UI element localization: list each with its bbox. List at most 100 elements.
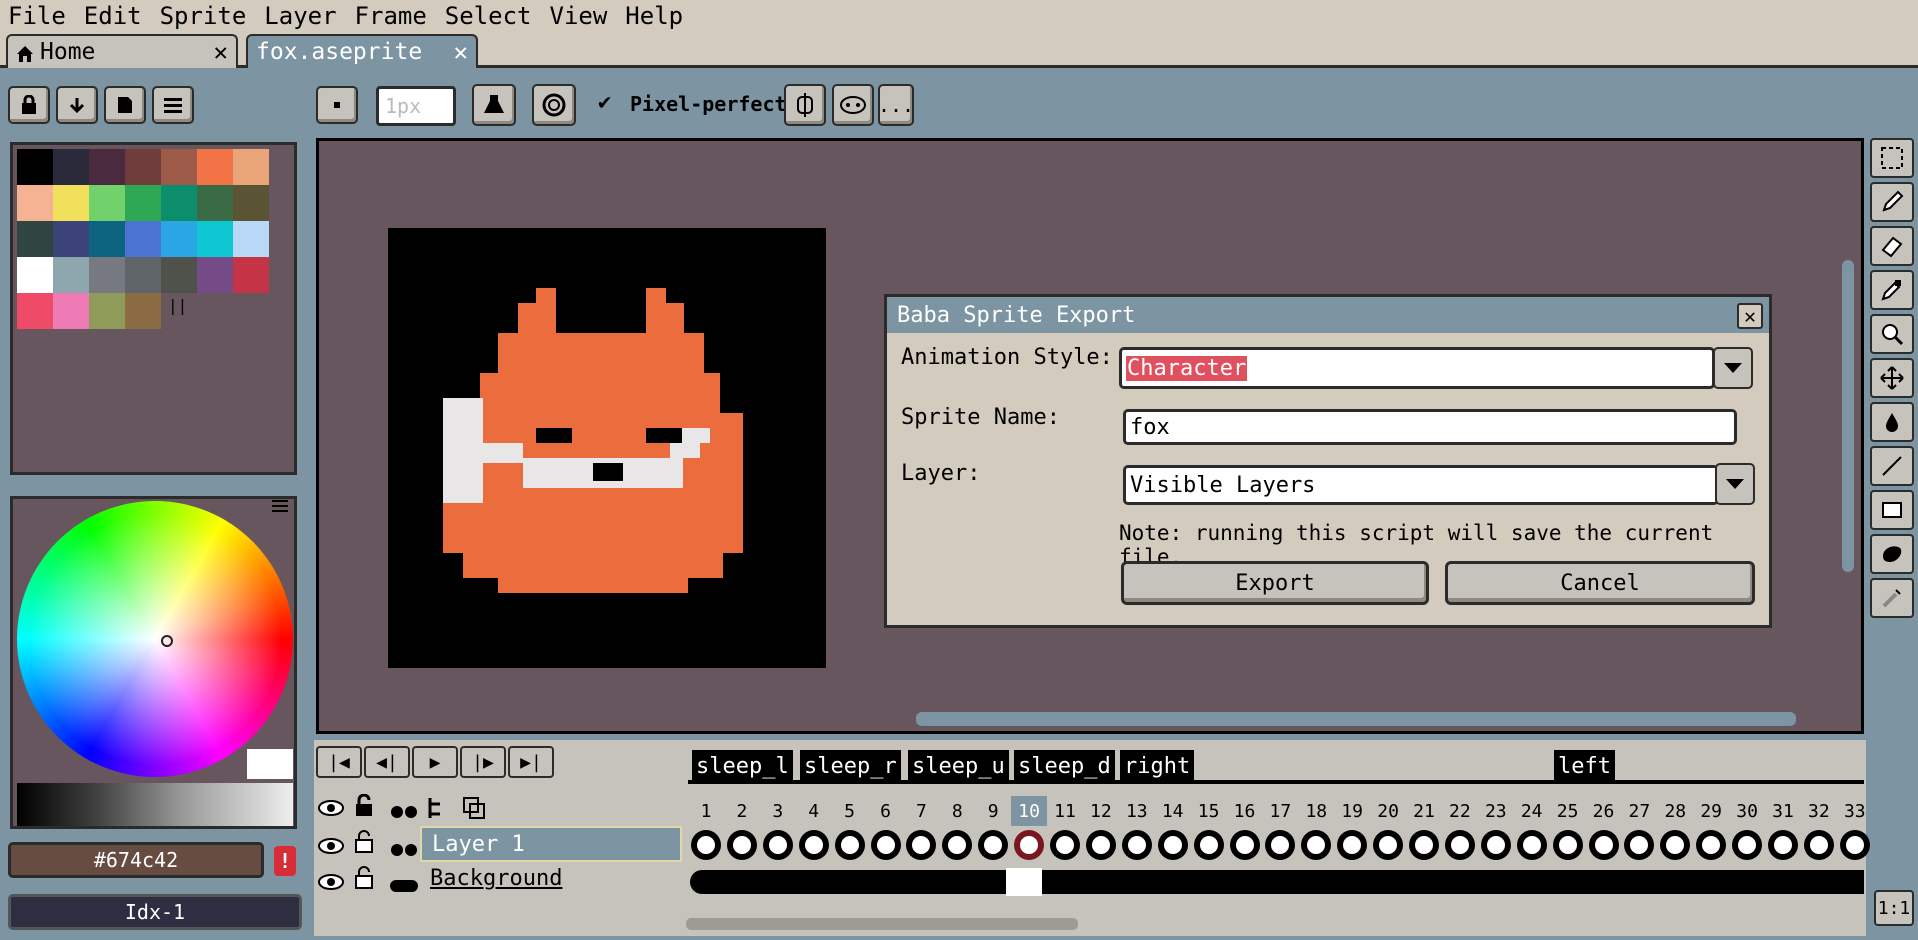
palette-swatch[interactable]: [233, 185, 269, 221]
frame-number[interactable]: 4: [796, 796, 832, 826]
layer1-cel[interactable]: [1516, 830, 1547, 860]
layer-select[interactable]: Visible Layers: [1123, 465, 1719, 505]
palette-swatch[interactable]: [89, 257, 125, 293]
warning-icon[interactable]: !: [274, 846, 296, 876]
frame-number[interactable]: 30: [1729, 796, 1765, 826]
frame-number[interactable]: 26: [1586, 796, 1622, 826]
canvas-horizontal-scrollbar[interactable]: [916, 712, 1796, 726]
opacity-icon[interactable]: [532, 84, 576, 126]
layer1-cel[interactable]: [1121, 830, 1152, 860]
tag-sleep-r[interactable]: sleep_r: [800, 750, 901, 782]
layer1-cel[interactable]: [1552, 830, 1583, 860]
layer1-unlock-icon[interactable]: [354, 830, 374, 859]
palette-swatch[interactable]: [161, 257, 197, 293]
palette-swatch[interactable]: [89, 221, 125, 257]
pixel-perfect-check-icon[interactable]: ✔: [598, 90, 611, 115]
palette-swatch[interactable]: [125, 149, 161, 185]
frame-number[interactable]: 19: [1334, 796, 1370, 826]
menu-layer[interactable]: Layer: [255, 0, 345, 32]
palette-swatch[interactable]: [17, 149, 53, 185]
palette-swatch[interactable]: [125, 293, 161, 329]
mask-icon[interactable]: [832, 84, 874, 126]
frame-number[interactable]: 8: [939, 796, 975, 826]
palette-swatch[interactable]: [197, 257, 233, 293]
background-selected-cel[interactable]: [1006, 868, 1042, 896]
wheel-menu-icon[interactable]: [272, 499, 290, 521]
sprite-name-input[interactable]: fox: [1123, 409, 1737, 445]
arrow-down-icon[interactable]: [56, 86, 98, 124]
layer1-cel[interactable]: [1050, 830, 1080, 860]
layer-1-name[interactable]: Layer 1: [420, 826, 682, 862]
background-cels[interactable]: [690, 870, 1864, 894]
menu-view[interactable]: View: [541, 0, 617, 32]
color-wheel[interactable]: [17, 501, 293, 777]
palette-swatch[interactable]: [161, 221, 197, 257]
tab-fox-aseprite[interactable]: fox.aseprite ✕: [246, 34, 478, 68]
play-icon[interactable]: ▶: [412, 746, 458, 778]
menu-sprite[interactable]: Sprite: [151, 0, 256, 32]
layer1-cel[interactable]: [1696, 830, 1727, 860]
tab-home[interactable]: Home ✕: [6, 34, 238, 68]
frame-number[interactable]: 13: [1119, 796, 1155, 826]
palette-swatch[interactable]: [53, 149, 89, 185]
brush-type-icon[interactable]: [316, 86, 358, 124]
layer1-cel[interactable]: [870, 830, 901, 860]
lock-palette-icon[interactable]: [8, 86, 50, 124]
palette-swatch[interactable]: [233, 221, 269, 257]
tag-right[interactable]: right: [1120, 750, 1195, 782]
palette-swatch[interactable]: [125, 257, 161, 293]
frame-number[interactable]: 29: [1693, 796, 1729, 826]
palette-swatch[interactable]: [17, 293, 53, 329]
paint-bucket-tool-icon[interactable]: [1870, 402, 1914, 442]
more-options-button[interactable]: ...: [878, 84, 914, 126]
eyedropper-tool-icon[interactable]: [1870, 270, 1914, 310]
palette-swatch[interactable]: [17, 257, 53, 293]
frame-number[interactable]: 32: [1801, 796, 1837, 826]
palette-swatch[interactable]: [17, 185, 53, 221]
frame-number[interactable]: 22: [1442, 796, 1478, 826]
layer-tree-icon[interactable]: [426, 796, 450, 825]
frame-number[interactable]: 2: [724, 796, 760, 826]
frame-number[interactable]: 24: [1514, 796, 1550, 826]
layer1-cel[interactable]: [762, 830, 793, 860]
frame-number[interactable]: 17: [1262, 796, 1298, 826]
foreground-color-field[interactable]: #674c42: [8, 842, 264, 878]
background-unlock-icon[interactable]: [354, 866, 374, 895]
symmetry-icon[interactable]: [784, 84, 826, 126]
layer1-cel[interactable]: [1839, 830, 1870, 860]
menu-file[interactable]: File: [0, 0, 75, 32]
layer1-cel[interactable]: [1193, 830, 1224, 860]
layer1-cel[interactable]: [1337, 830, 1368, 860]
layer1-cel[interactable]: [798, 830, 829, 860]
contour-tool-icon[interactable]: [1870, 534, 1914, 574]
export-button[interactable]: Export: [1121, 561, 1429, 605]
frame-number[interactable]: 31: [1765, 796, 1801, 826]
pencil-tool-icon[interactable]: [1870, 182, 1914, 222]
color-index-field[interactable]: Idx-1: [8, 894, 302, 930]
line-tool-icon[interactable]: [1870, 446, 1914, 486]
layer1-cel[interactable]: [691, 830, 721, 860]
dialog-close-button[interactable]: ✕: [1737, 303, 1763, 329]
menu-frame[interactable]: Frame: [346, 0, 436, 32]
next-frame-icon[interactable]: |▶: [460, 746, 506, 778]
timeline-horizontal-scrollbar[interactable]: [686, 918, 1078, 930]
palette-swatch[interactable]: [233, 149, 269, 185]
layer1-cel[interactable]: [834, 830, 865, 860]
timeline-zoom-button[interactable]: 1:1: [1874, 890, 1914, 926]
tag-sleep-u[interactable]: sleep_u: [908, 750, 1009, 782]
layer1-eye-icon[interactable]: [318, 836, 344, 860]
frame-number[interactable]: 6: [868, 796, 904, 826]
palette-swatch[interactable]: [17, 221, 53, 257]
menu-help[interactable]: Help: [616, 0, 692, 32]
palette-swatch[interactable]: [233, 257, 269, 293]
palette-swatch[interactable]: [197, 221, 233, 257]
palette-swatch[interactable]: [89, 185, 125, 221]
palette-swatch[interactable]: [89, 149, 125, 185]
layer1-cel[interactable]: [1480, 830, 1511, 860]
palette-swatch[interactable]: [197, 185, 233, 221]
background-continuous-icon[interactable]: [390, 874, 418, 898]
frame-number[interactable]: 9: [975, 796, 1011, 826]
tag-sleep-l[interactable]: sleep_l: [692, 750, 793, 782]
tab-home-close-icon[interactable]: ✕: [214, 38, 228, 66]
palette-swatch[interactable]: [125, 221, 161, 257]
